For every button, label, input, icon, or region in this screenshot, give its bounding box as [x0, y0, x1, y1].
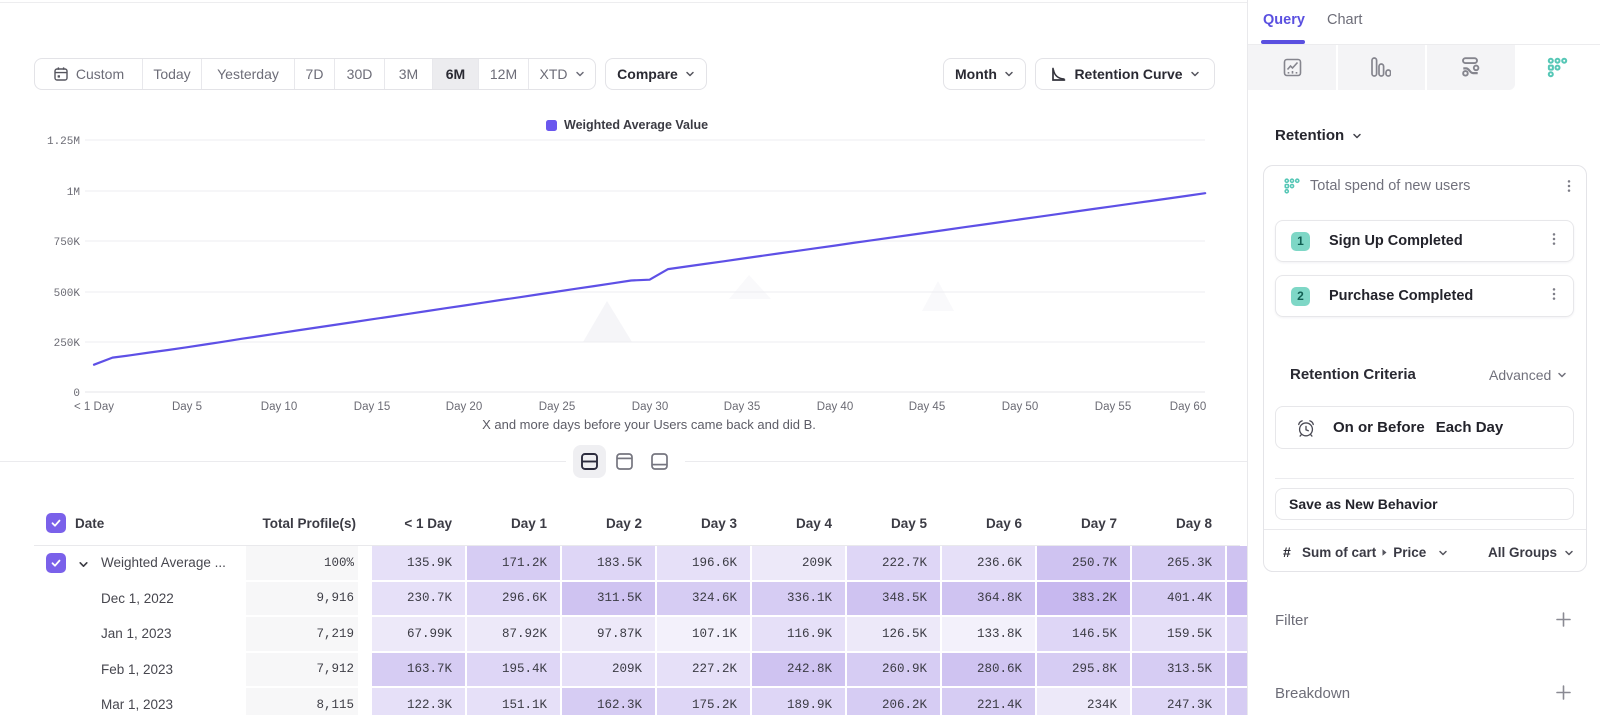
svg-text:250K: 250K: [54, 338, 81, 350]
svg-text:1.25M: 1.25M: [47, 136, 80, 148]
svg-text:X and more days before your Us: X and more days before your Users came b…: [482, 417, 816, 432]
svg-text:Day 20: Day 20: [446, 401, 482, 413]
svg-text:Day 10: Day 10: [261, 401, 297, 413]
svg-text:Day 5: Day 5: [172, 401, 202, 413]
svg-text:< 1 Day: < 1 Day: [74, 401, 114, 413]
svg-text:0: 0: [73, 388, 80, 400]
svg-text:Day 45: Day 45: [909, 401, 945, 413]
svg-text:750K: 750K: [54, 237, 81, 249]
svg-text:Day 40: Day 40: [817, 401, 853, 413]
svg-text:500K: 500K: [54, 288, 81, 300]
svg-text:Day 55: Day 55: [1095, 401, 1131, 413]
svg-text:Day 15: Day 15: [354, 401, 390, 413]
svg-text:1M: 1M: [67, 187, 80, 199]
svg-text:Day 50: Day 50: [1002, 401, 1038, 413]
svg-text:Day 25: Day 25: [539, 401, 575, 413]
svg-text:Day 35: Day 35: [724, 401, 760, 413]
svg-text:Day 60: Day 60: [1170, 401, 1206, 413]
svg-text:Day 30: Day 30: [632, 401, 668, 413]
